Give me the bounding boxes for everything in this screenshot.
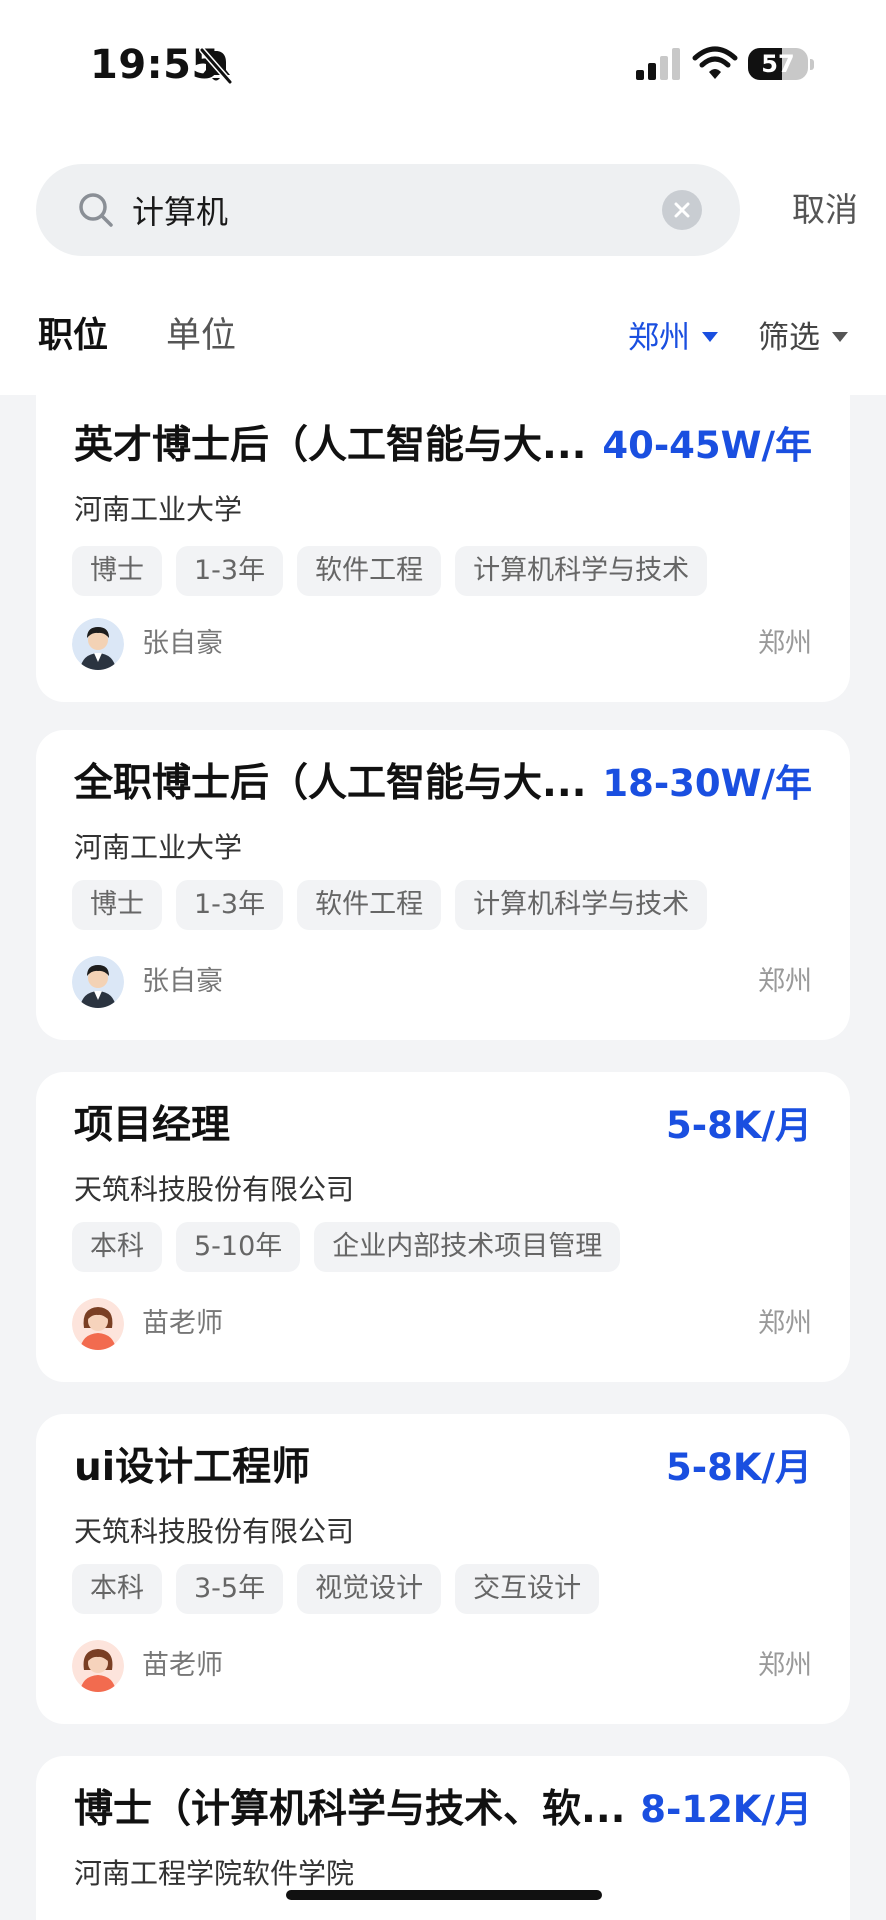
- job-company: 河南工程学院软件学院: [74, 1857, 355, 1890]
- city-dropdown[interactable]: 郑州: [628, 314, 718, 362]
- close-icon: [674, 202, 690, 218]
- male-avatar: [72, 618, 124, 670]
- job-tag: 5-10年: [176, 1222, 301, 1272]
- job-salary: 5-8K/月: [665, 1104, 812, 1147]
- cancel-button[interactable]: 取消: [770, 186, 880, 234]
- job-title: 项目经理: [74, 1103, 231, 1148]
- job-tags: 本科 5-10年 企业内部技术项目管理: [72, 1222, 621, 1272]
- job-tags: 本科 3-5年 视觉设计 交互设计: [72, 1564, 600, 1614]
- filter-label: 筛选: [758, 320, 820, 356]
- job-company: 天筑科技股份有限公司: [74, 1515, 355, 1548]
- wifi-icon: [692, 46, 738, 79]
- job-salary: 8-12K/月: [640, 1788, 812, 1831]
- job-card[interactable]: ui设计工程师 5-8K/月 天筑科技股份有限公司 本科 3-5年 视觉设计 交…: [36, 1414, 850, 1724]
- signal-icon: [636, 48, 680, 80]
- job-title: 英才博士后（人工智能与大...: [74, 423, 587, 468]
- job-location: 郑州: [758, 966, 812, 997]
- job-tag: 本科: [72, 1564, 162, 1614]
- job-title: 全职博士后（人工智能与大...: [74, 761, 587, 806]
- battery-icon: 57: [748, 44, 814, 82]
- search-input[interactable]: [132, 186, 652, 234]
- job-tag: 软件工程: [297, 546, 442, 596]
- job-salary: 40-45W/年: [602, 424, 812, 467]
- battery-level: 57: [761, 50, 795, 78]
- recruiter-name: 苗老师: [142, 1650, 223, 1681]
- job-location: 郑州: [758, 1308, 812, 1339]
- job-card[interactable]: 项目经理 5-8K/月 天筑科技股份有限公司 本科 5-10年 企业内部技术项目…: [36, 1072, 850, 1382]
- job-title: ui设计工程师: [74, 1445, 311, 1490]
- job-location: 郑州: [758, 1650, 812, 1681]
- job-company: 河南工业大学: [74, 493, 243, 526]
- job-tag: 企业内部技术项目管理: [314, 1222, 621, 1272]
- job-company: 天筑科技股份有限公司: [74, 1173, 355, 1206]
- caret-down-icon: [702, 332, 718, 342]
- status-bar: 19:55 57: [0, 0, 886, 130]
- job-location: 郑州: [758, 628, 812, 659]
- search-icon: [79, 193, 113, 227]
- clear-search-button[interactable]: [662, 190, 702, 230]
- job-salary: 5-8K/月: [665, 1446, 812, 1489]
- city-label: 郑州: [628, 320, 690, 356]
- caret-down-icon: [832, 332, 848, 342]
- job-tag: 博士: [72, 880, 162, 930]
- job-tags: 博士 1-3年 软件工程 计算机科学与技术: [72, 546, 708, 596]
- job-card[interactable]: 英才博士后（人工智能与大... 40-45W/年 河南工业大学 博士 1-3年 …: [36, 364, 850, 702]
- job-tag: 博士: [72, 546, 162, 596]
- job-salary: 18-30W/年: [602, 762, 812, 805]
- recruiter-name: 张自豪: [142, 966, 223, 997]
- job-tag: 软件工程: [297, 880, 442, 930]
- filter-dropdown[interactable]: 筛选: [758, 314, 848, 362]
- job-tag: 视觉设计: [297, 1564, 442, 1614]
- female-avatar: [72, 1298, 124, 1350]
- home-indicator[interactable]: [286, 1890, 602, 1900]
- job-card[interactable]: 全职博士后（人工智能与大... 18-30W/年 河南工业大学 博士 1-3年 …: [36, 730, 850, 1040]
- recruiter-name: 张自豪: [142, 628, 223, 659]
- job-tag: 3-5年: [176, 1564, 284, 1614]
- female-avatar: [72, 1640, 124, 1692]
- tab-companies[interactable]: 单位: [166, 312, 236, 360]
- recruiter-name: 苗老师: [142, 1308, 223, 1339]
- header: 19:55 57 计算机 取消 职位 单位 郑州 筛选: [0, 0, 886, 395]
- job-title: 博士（计算机科学与技术、软...: [74, 1787, 626, 1832]
- job-tag: 1-3年: [176, 546, 284, 596]
- male-avatar: [72, 956, 124, 1008]
- job-tag: 1-3年: [176, 880, 284, 930]
- job-tag: 本科: [72, 1222, 162, 1272]
- job-tag: 计算机科学与技术: [455, 880, 708, 930]
- job-tag: 计算机科学与技术: [455, 546, 708, 596]
- tab-jobs[interactable]: 职位: [38, 312, 108, 360]
- job-tags: 博士 1-3年 软件工程 计算机科学与技术: [72, 880, 708, 930]
- job-company: 河南工业大学: [74, 831, 243, 864]
- job-tag: 交互设计: [455, 1564, 600, 1614]
- bell-slash-icon: [199, 47, 233, 85]
- search-bar[interactable]: [36, 164, 740, 256]
